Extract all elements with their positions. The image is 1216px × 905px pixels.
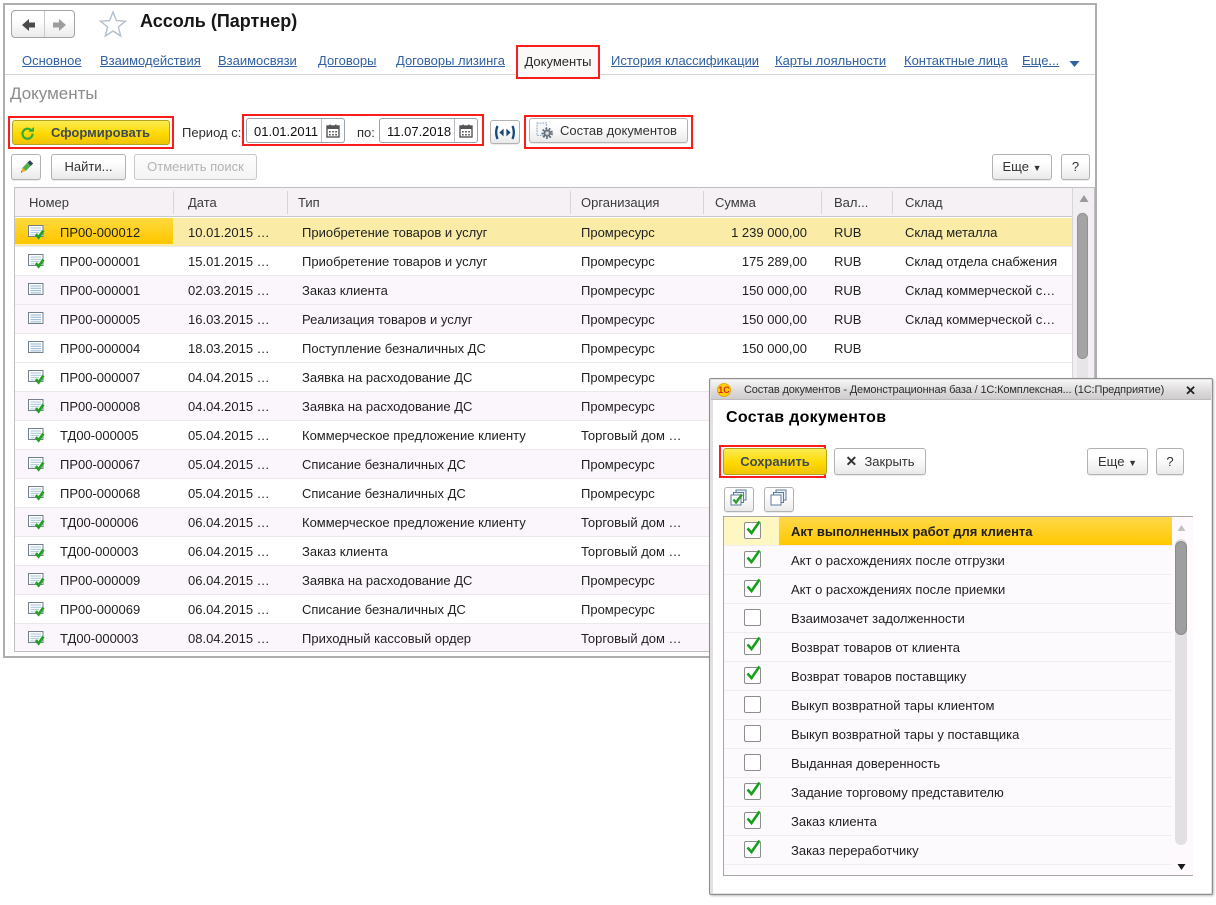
svg-text:1С: 1С bbox=[718, 385, 730, 395]
